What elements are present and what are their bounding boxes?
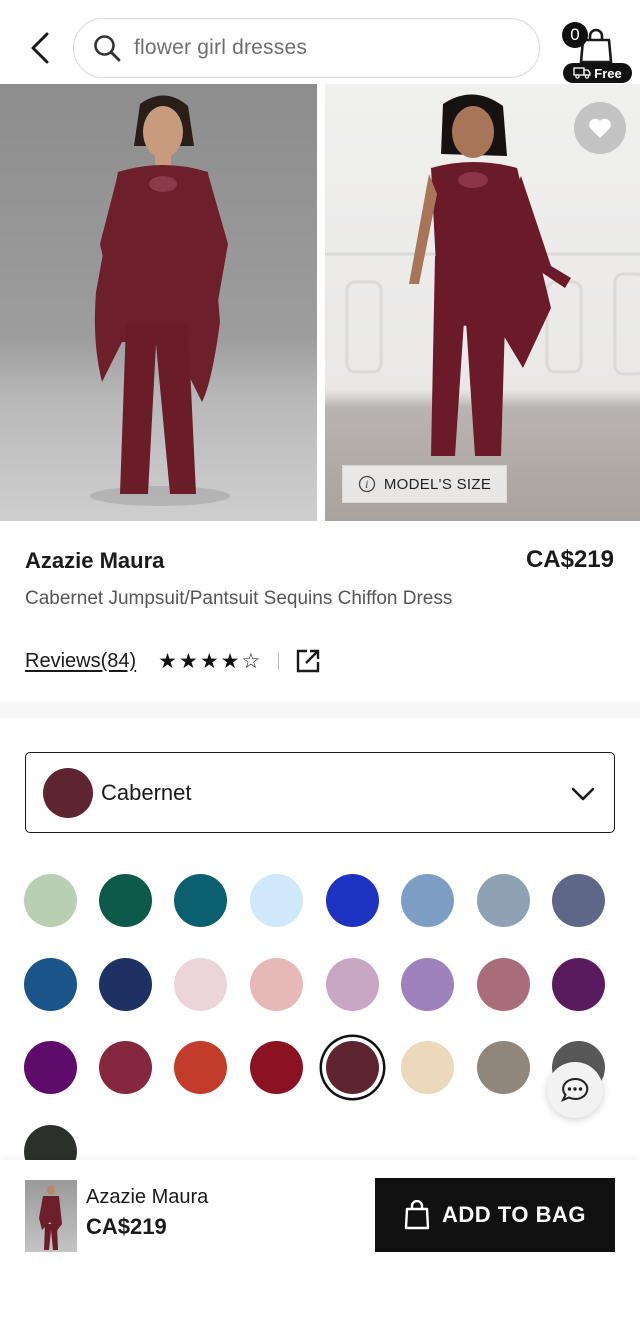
color-swatch[interactable] — [24, 874, 77, 927]
color-swatch[interactable] — [326, 1041, 379, 1094]
color-swatch[interactable] — [99, 1041, 152, 1094]
color-swatch[interactable] — [174, 1041, 227, 1094]
color-swatch[interactable] — [401, 958, 454, 1011]
chat-button[interactable] — [547, 1062, 603, 1118]
chat-bubble-icon — [560, 1077, 589, 1102]
bottom-bar: Azazie Maura CA$219 ADD TO BAG — [0, 1160, 640, 1323]
product-thumbnail — [25, 1180, 77, 1252]
add-to-bag-button[interactable]: ADD TO BAG — [375, 1178, 615, 1252]
color-swatch[interactable] — [401, 1041, 454, 1094]
shopping-bag-icon — [404, 1200, 430, 1230]
color-swatch[interactable] — [250, 1041, 303, 1094]
color-swatch[interactable] — [99, 958, 152, 1011]
color-swatch[interactable] — [552, 958, 605, 1011]
bottom-product-price: CA$219 — [86, 1214, 167, 1239]
color-swatch[interactable] — [326, 874, 379, 927]
color-swatch[interactable] — [99, 874, 152, 927]
color-swatch[interactable] — [401, 874, 454, 927]
color-swatch[interactable] — [24, 958, 77, 1011]
color-swatch[interactable] — [477, 874, 530, 927]
color-swatch[interactable] — [174, 958, 227, 1011]
color-swatch[interactable] — [250, 958, 303, 1011]
bottom-product-name: Azazie Maura — [86, 1186, 209, 1208]
color-swatch[interactable] — [250, 874, 303, 927]
color-swatch[interactable] — [552, 874, 605, 927]
color-swatch[interactable] — [174, 874, 227, 927]
add-to-bag-label: ADD TO BAG — [442, 1202, 586, 1227]
color-swatch[interactable] — [477, 958, 530, 1011]
color-swatch-grid — [0, 0, 640, 1178]
color-swatch[interactable] — [477, 1041, 530, 1094]
color-swatch[interactable] — [24, 1041, 77, 1094]
color-swatch[interactable] — [326, 958, 379, 1011]
